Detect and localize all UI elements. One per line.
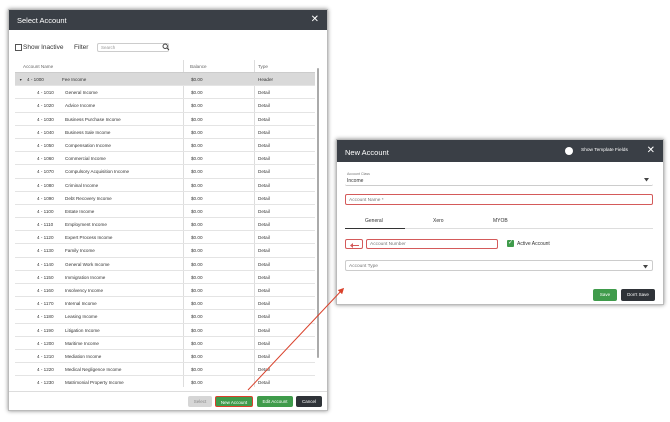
- annotation-arrow: [247, 287, 345, 391]
